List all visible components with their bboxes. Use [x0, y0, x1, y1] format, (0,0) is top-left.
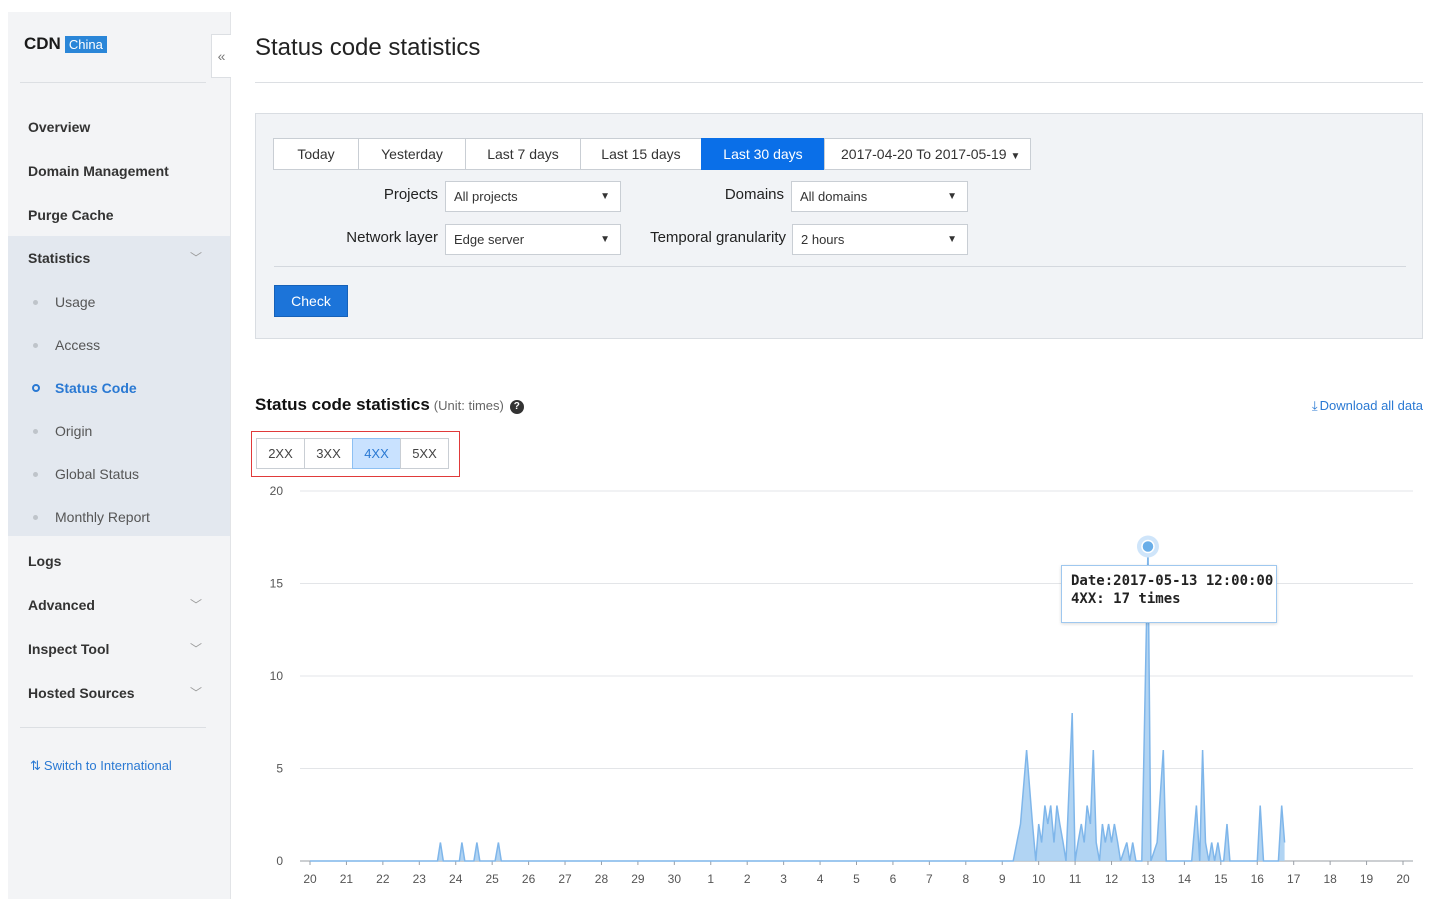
x-tick-label: 15: [1214, 872, 1228, 886]
x-tick-label: 19: [1360, 872, 1374, 886]
tooltip-value: 4XX: 17 times: [1071, 591, 1181, 607]
x-tick-label: 13: [1141, 872, 1155, 886]
sidebar-item-advanced[interactable]: Advanced ﹀: [8, 583, 230, 627]
chevron-down-icon: ﹀: [189, 686, 202, 700]
sidebar-item-hosted-sources[interactable]: Hosted Sources ﹀: [8, 671, 230, 715]
status-code-chart: 0510152020 21 22 23 24 25 26 27 28 29 30 1 2 3 4 5 6 7 8 9 1…: [270, 484, 1413, 886]
sidebar-subitem-access[interactable]: Access: [8, 324, 230, 367]
bullet-icon: [33, 343, 38, 348]
chevron-down-icon: ﹀: [189, 598, 202, 612]
x-tick-label: 18: [1323, 872, 1337, 886]
x-tick-label: 7: [926, 872, 933, 886]
x-tick-label: 20: [303, 872, 317, 886]
x-tick-label: 4: [817, 872, 824, 886]
chevron-down-icon: ﹀: [189, 642, 202, 656]
sidebar-item-logs[interactable]: Logs: [8, 539, 230, 583]
sidebar-item-label: Inspect Tool: [28, 641, 110, 657]
x-tick-label: 26: [522, 872, 536, 886]
sidebar-item-purge-cache[interactable]: Purge Cache: [8, 193, 230, 237]
bullet-icon: [33, 429, 38, 434]
x-tick-label: 28: [595, 872, 609, 886]
sidebar-subitem-label: Monthly Report: [55, 509, 150, 525]
sidebar-item-label: Domain Management: [28, 163, 169, 179]
sidebar-subitem-usage[interactable]: Usage: [8, 281, 230, 324]
sidebar-item-overview[interactable]: Overview: [8, 105, 230, 149]
x-tick-label: 3: [780, 872, 787, 886]
sidebar-subitem-label: Status Code: [55, 380, 137, 396]
x-tick-label: 30: [668, 872, 682, 886]
bullet-icon: [33, 300, 38, 305]
y-tick-label: 0: [276, 854, 283, 868]
bullet-icon: [33, 515, 38, 520]
tooltip-date: Date:2017-05-13 12:00:00: [1071, 573, 1274, 589]
x-tick-label: 21: [340, 872, 354, 886]
sidebar-item-domain-management[interactable]: Domain Management: [8, 149, 230, 193]
brand-name: CDN: [24, 34, 61, 53]
y-tick-label: 10: [270, 669, 284, 683]
switch-arrows-icon: ⇅: [30, 758, 41, 773]
main-content: Status code statistics Today Yesterday L…: [231, 12, 1439, 899]
x-tick-label: 25: [485, 872, 499, 886]
y-tick-label: 20: [270, 484, 284, 498]
sidebar-item-label: Purge Cache: [28, 207, 114, 223]
x-tick-label: 14: [1178, 872, 1192, 886]
page: CDN China « Overview Domain Management Pu…: [0, 0, 1439, 899]
sidebar-divider: [20, 727, 206, 728]
sidebar-subitem-label: Origin: [55, 423, 93, 439]
x-tick-label: 23: [413, 872, 427, 886]
x-tick-label: 1: [707, 872, 714, 886]
sidebar-item-label: Hosted Sources: [28, 685, 135, 701]
x-tick-label: 2: [744, 872, 751, 886]
x-tick-label: 9: [999, 872, 1006, 886]
sidebar-subitem-status-code[interactable]: Status Code: [8, 367, 230, 410]
sidebar-subitem-label: Global Status: [55, 466, 140, 482]
sidebar-item-statistics[interactable]: Statistics ﹀: [8, 236, 230, 280]
x-tick-label: 6: [890, 872, 897, 886]
x-tick-label: 27: [558, 872, 572, 886]
sidebar-subitem-global-status[interactable]: Global Status: [8, 453, 230, 496]
sidebar-item-label: Advanced: [28, 597, 95, 613]
double-chevron-left-icon: «: [217, 48, 226, 64]
sidebar-subitem-label: Access: [55, 337, 101, 353]
x-tick-label: 10: [1032, 872, 1046, 886]
chevron-down-icon: ﹀: [189, 251, 202, 265]
x-tick-label: 17: [1287, 872, 1301, 886]
x-tick-label: 20: [1396, 872, 1410, 886]
x-tick-label: 5: [853, 872, 860, 886]
sidebar-subitem-monthly-report[interactable]: Monthly Report: [8, 496, 230, 539]
collapse-sidebar-button[interactable]: «: [211, 34, 231, 78]
y-tick-label: 15: [270, 577, 284, 591]
sidebar-item-label: Logs: [28, 553, 62, 569]
sidebar-item-label: Overview: [28, 119, 91, 135]
sidebar-subitem-label: Usage: [55, 294, 96, 310]
x-tick-label: 22: [376, 872, 390, 886]
x-tick-label: 24: [449, 872, 463, 886]
switch-link-label: Switch to International: [43, 758, 172, 773]
active-bullet-icon: [32, 384, 40, 392]
bullet-icon: [33, 472, 38, 477]
x-tick-label: 29: [631, 872, 645, 886]
x-tick-label: 11: [1069, 872, 1082, 886]
x-tick-label: 16: [1251, 872, 1265, 886]
x-tick-label: 8: [962, 872, 969, 886]
x-tick-label: 12: [1105, 872, 1119, 886]
sidebar-item-label: Statistics: [28, 250, 91, 266]
sidebar: CDN China « Overview Domain Management Pu…: [8, 12, 231, 899]
region-badge: China: [64, 36, 107, 53]
statistics-group: Statistics ﹀ Usage Access Status Code Or…: [8, 236, 230, 536]
sidebar-item-inspect-tool[interactable]: Inspect Tool ﹀: [8, 627, 230, 671]
chart-tooltip: Date:2017-05-13 12:00:00 4XX: 17 times: [1061, 565, 1277, 623]
sidebar-subitem-origin[interactable]: Origin: [8, 410, 230, 453]
sidebar-divider: [20, 82, 206, 83]
y-tick-label: 5: [276, 762, 283, 776]
highlight-point: [1141, 539, 1155, 554]
switch-to-international-link[interactable]: ⇅ Switch to International: [30, 758, 172, 774]
brand-logo[interactable]: CDN China: [24, 34, 107, 54]
